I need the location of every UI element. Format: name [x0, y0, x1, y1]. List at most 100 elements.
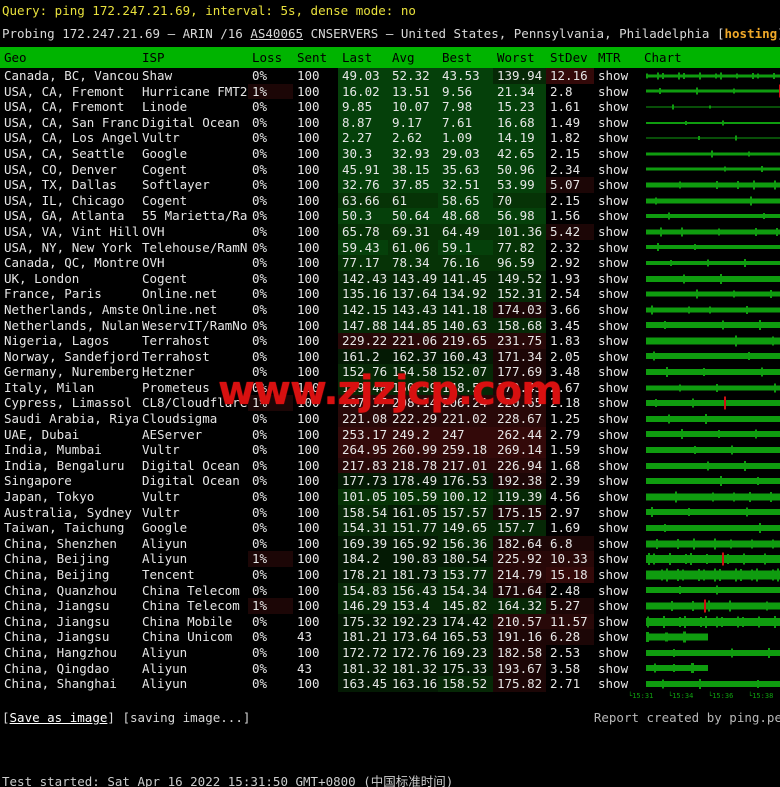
sparkline-jitter	[709, 105, 711, 109]
table-row: China, Beijing Aliyun 1% 100 184.2 190.83 180.…	[0, 551, 780, 567]
sparkline-bar	[646, 198, 780, 204]
row-worst: 228.67	[493, 411, 546, 427]
sparkline-jitter	[774, 615, 776, 628]
axis-tick: └15:38	[748, 692, 774, 700]
mtr-show-link[interactable]: show	[594, 567, 640, 583]
mtr-show-link[interactable]: show	[594, 364, 640, 380]
mtr-show-link[interactable]: show	[594, 115, 640, 131]
sparkline	[644, 583, 780, 599]
mtr-show-link[interactable]: show	[594, 551, 640, 567]
row-sparkline	[640, 458, 780, 474]
mtr-show-link[interactable]: show	[594, 458, 640, 474]
sparkline-bar	[646, 680, 780, 687]
mtr-show-link[interactable]: show	[594, 99, 640, 115]
column-header-mtr[interactable]: MTR	[594, 47, 640, 68]
row-last: 221.08	[338, 411, 388, 427]
column-header-sent[interactable]: Sent	[293, 47, 338, 68]
mtr-show-link[interactable]: show	[594, 520, 640, 536]
mtr-show-link[interactable]: show	[594, 427, 640, 443]
column-header-worst[interactable]: Worst	[493, 47, 546, 68]
mtr-show-link[interactable]: show	[594, 661, 640, 677]
row-avg: 221.06	[388, 333, 438, 349]
row-loss: 0%	[248, 161, 293, 178]
mtr-show-link[interactable]: show	[594, 411, 640, 427]
mtr-show-link[interactable]: show	[594, 286, 640, 302]
sparkline-jitter	[719, 568, 721, 581]
column-header-last[interactable]: Last	[338, 47, 388, 68]
mtr-show-link[interactable]: show	[594, 676, 640, 692]
column-header-best[interactable]: Best	[438, 47, 493, 68]
row-worst: 152.31	[493, 286, 546, 302]
mtr-show-link[interactable]: show	[594, 84, 640, 100]
sparkline-jitter	[646, 632, 648, 643]
mtr-show-link[interactable]: show	[594, 240, 640, 256]
row-best: 29.03	[438, 145, 493, 162]
mtr-show-link[interactable]: show	[594, 333, 640, 349]
mtr-show-link[interactable]: show	[594, 255, 640, 271]
column-header-chart[interactable]: Chart	[640, 47, 780, 68]
row-best: 48.68	[438, 208, 493, 224]
mtr-show-link[interactable]: show	[594, 380, 640, 396]
mtr-show-link[interactable]: show	[594, 162, 640, 178]
row-stdev: 3.45	[546, 317, 594, 334]
mtr-show-link[interactable]: show	[594, 442, 640, 458]
mtr-show-link[interactable]: show	[594, 614, 640, 630]
mtr-show-link[interactable]: show	[594, 271, 640, 287]
sparkline-jitter	[683, 72, 685, 79]
mtr-show-link[interactable]: show	[594, 224, 640, 240]
row-avg: 137.64	[388, 286, 438, 302]
sparkline-jitter	[659, 88, 661, 95]
row-sent: 100	[297, 442, 320, 458]
mtr-show-link[interactable]: show	[594, 395, 640, 411]
asn-link[interactable]: AS40065	[250, 26, 303, 41]
row-avg: 50.64	[388, 208, 438, 224]
column-header-loss[interactable]: Loss	[248, 47, 293, 68]
sparkline-jitter	[660, 227, 662, 237]
mtr-show-link[interactable]: show	[594, 177, 640, 193]
column-header-avg[interactable]: Avg	[388, 47, 438, 68]
row-last: 163.45	[338, 676, 388, 692]
row-worst: 193.67	[493, 660, 546, 677]
row-isp: China Mobile	[142, 613, 233, 629]
mtr-show-link[interactable]: show	[594, 302, 640, 318]
row-best: 175.33	[438, 660, 493, 677]
column-header-isp[interactable]: ISP	[138, 47, 248, 68]
sparkline-jitter	[698, 568, 700, 581]
mtr-show-link[interactable]: show	[594, 146, 640, 162]
row-geo: China, Qingdao	[4, 660, 110, 676]
sparkline-bar	[646, 415, 780, 422]
mtr-show-link[interactable]: show	[594, 629, 640, 645]
row-loss: 0%	[248, 644, 293, 661]
save-as-image-link[interactable]: Save as image	[10, 710, 108, 725]
sparkline-jitter	[706, 554, 708, 565]
row-sparkline	[640, 520, 780, 536]
row-avg: 61.06	[388, 239, 438, 256]
sparkline-jitter	[666, 367, 668, 378]
mtr-show-link[interactable]: show	[594, 318, 640, 334]
column-header-stdev[interactable]: StDev	[546, 47, 594, 68]
row-avg: 161.05	[388, 504, 438, 521]
mtr-show-link[interactable]: show	[594, 208, 640, 224]
row-geo: USA, VA, Vint Hill	[4, 223, 138, 239]
row-loss: 0%	[248, 348, 293, 365]
mtr-show-link[interactable]: show	[594, 583, 640, 599]
mtr-show-link[interactable]: show	[594, 473, 640, 489]
mtr-show-link[interactable]: show	[594, 489, 640, 505]
sparkline-jitter	[671, 600, 673, 611]
mtr-show-link[interactable]: show	[594, 68, 640, 84]
mtr-show-link[interactable]: show	[594, 505, 640, 521]
mtr-show-link[interactable]: show	[594, 130, 640, 146]
sparkline	[644, 411, 780, 427]
sparkline-bar	[646, 385, 780, 391]
mtr-show-link[interactable]: show	[594, 645, 640, 661]
row-worst: 225.92	[493, 551, 546, 567]
mtr-show-link[interactable]: show	[594, 536, 640, 552]
mtr-show-link[interactable]: show	[594, 193, 640, 209]
row-sent: 100	[297, 99, 320, 115]
sparkline	[644, 130, 780, 146]
table-row: China, Qingdao Aliyun 0% 43 181.32 181.32 175.…	[0, 660, 780, 677]
mtr-show-link[interactable]: show	[594, 598, 640, 614]
mtr-show-link[interactable]: show	[594, 349, 640, 365]
sparkline-jitter	[777, 568, 779, 582]
column-header-geo[interactable]: Geo	[0, 47, 138, 68]
